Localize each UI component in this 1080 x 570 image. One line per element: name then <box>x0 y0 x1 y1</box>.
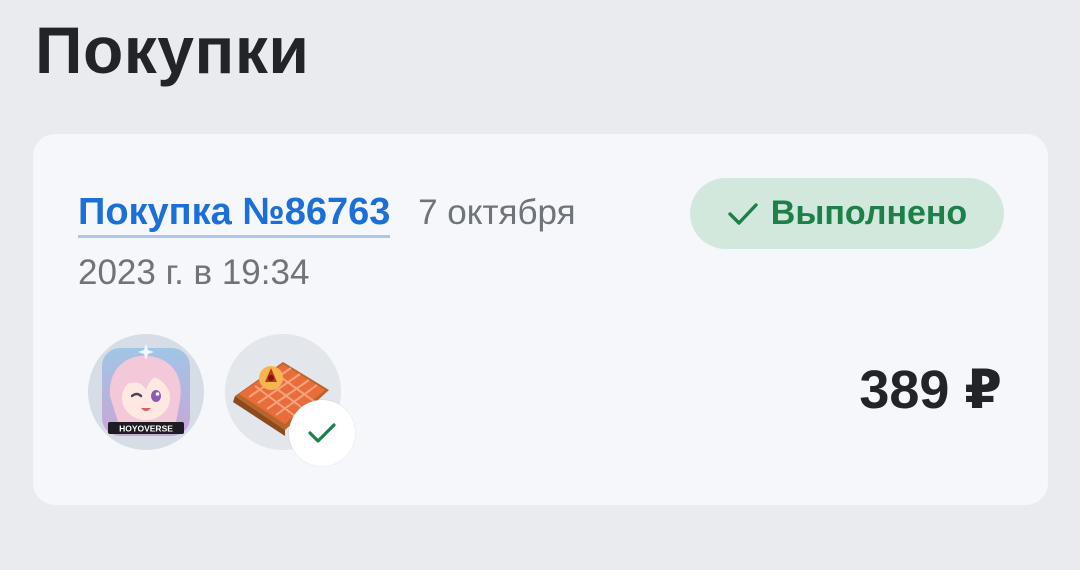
item-completed-badge <box>289 400 355 466</box>
order-total-price: 389 ₽ <box>859 360 1002 420</box>
order-item-app-thumbnail[interactable]: HOYOVERSE <box>88 334 204 450</box>
page-title: Покупки <box>35 13 310 87</box>
status-label: Выполнено <box>770 194 968 232</box>
anime-character-icon: HOYOVERSE <box>88 334 204 450</box>
hoyoverse-logo-text: HOYOVERSE <box>119 424 173 434</box>
order-link[interactable]: Покупка №86763 <box>78 191 391 238</box>
order-header: Покупка №86763 7 октября 2023 г. в 19:34 <box>78 182 658 303</box>
checkmark-icon <box>308 423 336 443</box>
order-card[interactable]: Покупка №86763 7 октября 2023 г. в 19:34… <box>33 134 1048 505</box>
checkmark-icon <box>728 202 758 225</box>
status-badge: Выполнено <box>690 178 1004 249</box>
